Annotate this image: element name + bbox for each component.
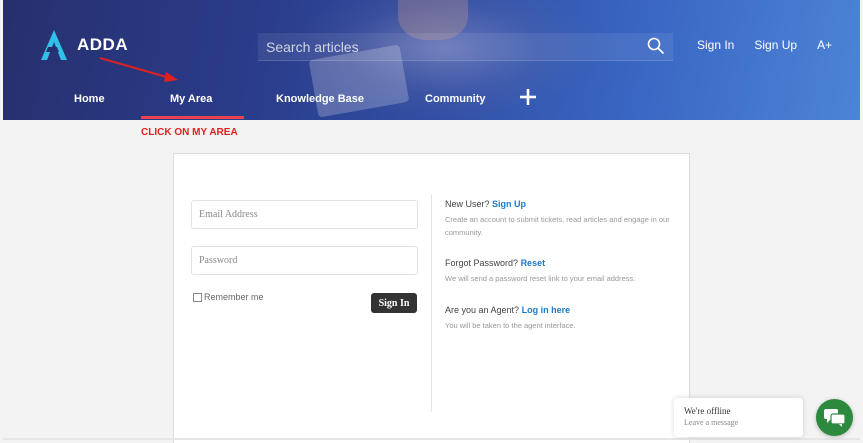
new-user-section: New User? Sign Up Create an account to s… [445, 199, 680, 239]
agent-section: Are you an Agent? Log in here You will b… [445, 305, 680, 332]
agent-description: You will be taken to the agent interface… [445, 321, 576, 330]
chat-widget-tooltip[interactable]: We're offline Leave a message [674, 398, 803, 437]
email-field-wrapper [191, 200, 418, 229]
remember-me[interactable]: Remember me [193, 292, 264, 302]
remember-me-checkbox[interactable] [193, 292, 202, 302]
password-field[interactable] [192, 247, 417, 274]
agent-prefix: Are you an Agent? [445, 305, 520, 315]
chat-action: Leave a message [684, 418, 739, 427]
sign-up-link-panel[interactable]: Sign Up [492, 199, 526, 209]
chat-status: We're offline [684, 406, 731, 416]
email-field[interactable] [192, 201, 417, 228]
password-field-wrapper [191, 246, 418, 275]
forgot-password-section: Forgot Password? Reset We will send a pa… [445, 258, 680, 285]
new-user-description: Create an account to submit tickets, rea… [445, 215, 670, 237]
new-user-prefix: New User? [445, 199, 490, 209]
chat-launcher-button[interactable] [816, 399, 853, 436]
annotation-arrow [99, 57, 178, 82]
chat-bubbles-icon [823, 408, 846, 427]
page-bottom-border [3, 438, 860, 440]
annotation-label: CLICK ON MY AREA [141, 127, 238, 138]
sign-in-button[interactable]: Sign In [371, 293, 417, 313]
agent-login-link[interactable]: Log in here [522, 305, 571, 315]
remember-me-label: Remember me [204, 292, 264, 302]
login-panel: Remember me Sign In New User? Sign Up Cr… [173, 153, 690, 443]
forgot-description: We will send a password reset link to yo… [445, 274, 636, 283]
reset-link[interactable]: Reset [521, 258, 546, 268]
panel-divider [431, 194, 432, 412]
forgot-prefix: Forgot Password? [445, 258, 519, 268]
